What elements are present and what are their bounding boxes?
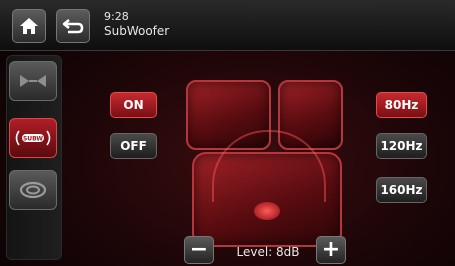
balance-icon [20, 75, 46, 87]
sidebar-item-subwoofer[interactable]: SUBW [9, 118, 57, 158]
subwoofer-on-button[interactable]: ON [110, 92, 157, 118]
speaker-graphic [182, 72, 352, 257]
back-button[interactable] [56, 9, 90, 43]
page-title: SubWoofer [104, 24, 170, 38]
home-button[interactable] [12, 9, 46, 43]
surround-icon [19, 181, 47, 199]
svg-text:SUBW: SUBW [23, 136, 43, 143]
sidebar-item-balance[interactable] [9, 61, 57, 101]
subwoofer-screen: 9:28 SubWoofer SUBW ON OFF 80Hz 120Hz 16… [0, 0, 455, 266]
crossover-80hz-button[interactable]: 80Hz [376, 92, 427, 118]
top-bar: 9:28 SubWoofer [0, 0, 455, 51]
level-decrease-button[interactable]: − [184, 236, 214, 264]
crossover-160hz-button[interactable]: 160Hz [376, 177, 427, 203]
level-increase-button[interactable]: + [316, 236, 346, 264]
subwoofer-off-button[interactable]: OFF [110, 133, 157, 159]
sidebar: SUBW [6, 55, 62, 260]
back-icon [62, 19, 84, 34]
subwoofer-icon: SUBW [15, 130, 51, 146]
sidebar-item-surround[interactable] [9, 170, 57, 210]
level-readout: Level: 8dB [236, 245, 300, 259]
crossover-120hz-button[interactable]: 120Hz [376, 133, 427, 159]
clock-time: 9:28 [104, 10, 129, 23]
home-icon [20, 18, 38, 34]
subwoofer-glow [254, 202, 280, 220]
